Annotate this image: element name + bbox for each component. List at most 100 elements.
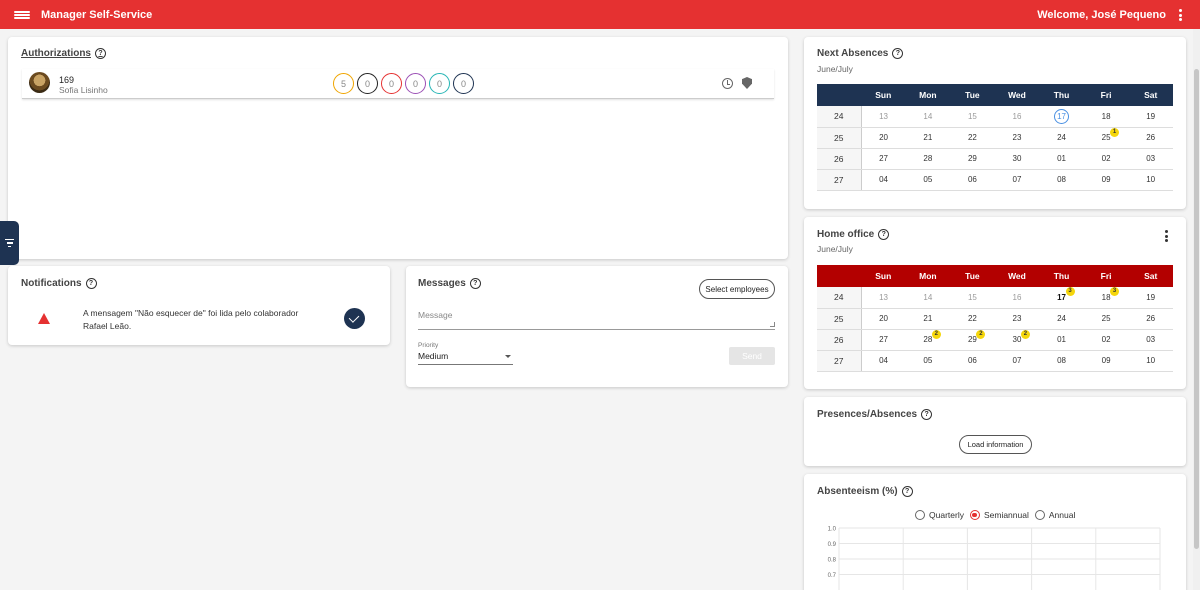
clock-icon[interactable] — [722, 78, 733, 89]
calendar-day[interactable]: 22 — [950, 308, 995, 329]
calendar-day[interactable]: 02 — [1084, 148, 1129, 169]
calendar-day[interactable]: 292 — [950, 329, 995, 350]
calendar-day[interactable]: 24 — [1039, 127, 1084, 148]
calendar-day[interactable]: 25 — [1084, 308, 1129, 329]
calendar-day[interactable]: 251 — [1084, 127, 1129, 148]
calendar-day[interactable]: 27 — [861, 148, 906, 169]
calendar-day[interactable]: 04 — [861, 169, 906, 190]
calendar-day[interactable]: 10 — [1128, 350, 1173, 371]
calendar-day[interactable]: 22 — [950, 127, 995, 148]
calendar-day[interactable]: 16 — [995, 287, 1040, 308]
counter-status-2[interactable]: 0 — [357, 73, 378, 94]
calendar-day[interactable]: 05 — [906, 169, 951, 190]
counter-pending[interactable]: 5 — [333, 73, 354, 94]
radio-dot[interactable] — [970, 510, 980, 520]
calendar-day[interactable]: 21 — [906, 127, 951, 148]
calendar-day[interactable]: 09 — [1084, 169, 1129, 190]
calendar-day[interactable]: 282 — [906, 329, 951, 350]
counter-status-6[interactable]: 0 — [453, 73, 474, 94]
calendar-day[interactable]: 16 — [995, 106, 1040, 127]
day-number: 07 — [1013, 175, 1022, 184]
calendar-day[interactable]: 183 — [1084, 287, 1129, 308]
calendar-day[interactable]: 19 — [1128, 106, 1173, 127]
counter-status-3[interactable]: 0 — [381, 73, 402, 94]
calendar-day[interactable]: 173 — [1039, 287, 1084, 308]
calendar-day[interactable]: 01 — [1039, 329, 1084, 350]
radio-dot[interactable] — [915, 510, 925, 520]
calendar-day[interactable]: 04 — [861, 350, 906, 371]
help-icon[interactable]: ? — [470, 278, 481, 289]
calendar-day[interactable]: 14 — [906, 106, 951, 127]
more-options-icon[interactable] — [1178, 9, 1182, 21]
event-count-badge[interactable]: 2 — [976, 330, 985, 339]
message-input[interactable]: Message — [418, 308, 775, 330]
event-count-badge[interactable]: 3 — [1066, 287, 1075, 296]
help-icon[interactable]: ? — [902, 486, 913, 497]
calendar-day[interactable]: 26 — [1128, 308, 1173, 329]
calendar-day[interactable]: 05 — [906, 350, 951, 371]
calendar-day[interactable]: 24 — [1039, 308, 1084, 329]
help-icon[interactable]: ? — [892, 48, 903, 59]
calendar-day[interactable]: 30 — [995, 148, 1040, 169]
priority-select[interactable]: Medium — [418, 351, 513, 365]
mark-read-button[interactable] — [344, 308, 365, 329]
calendar-day[interactable]: 07 — [995, 350, 1040, 371]
calendar-day[interactable]: 08 — [1039, 350, 1084, 371]
radio-annual[interactable]: Annual — [1035, 510, 1075, 520]
authorizations-title[interactable]: Authorizations ? — [21, 48, 106, 59]
event-count-badge[interactable]: 3 — [1110, 287, 1119, 296]
event-count-badge[interactable]: 2 — [932, 330, 941, 339]
y-tick-label: 1.0 — [828, 527, 837, 533]
menu-icon[interactable] — [14, 9, 30, 21]
counter-status-5[interactable]: 0 — [429, 73, 450, 94]
calendar-day[interactable]: 08 — [1039, 169, 1084, 190]
calendar-day[interactable]: 23 — [995, 308, 1040, 329]
calendar-day[interactable]: 15 — [950, 287, 995, 308]
scrollbar-thumb[interactable] — [1194, 69, 1199, 549]
calendar-day[interactable]: 26 — [1128, 127, 1173, 148]
help-icon[interactable]: ? — [95, 48, 106, 59]
radio-dot[interactable] — [1035, 510, 1045, 520]
calendar-day[interactable]: 06 — [950, 350, 995, 371]
calendar-day[interactable]: 20 — [861, 127, 906, 148]
help-icon[interactable]: ? — [921, 409, 932, 420]
calendar-day[interactable]: 03 — [1128, 148, 1173, 169]
calendar-day[interactable]: 01 — [1039, 148, 1084, 169]
calendar-day[interactable]: 10 — [1128, 169, 1173, 190]
calendar-day[interactable]: 06 — [950, 169, 995, 190]
calendar-day[interactable]: 19 — [1128, 287, 1173, 308]
filter-button[interactable] — [0, 221, 19, 265]
event-count-badge[interactable]: 2 — [1021, 330, 1030, 339]
radio-quarterly[interactable]: Quarterly — [915, 510, 964, 520]
calendar-day[interactable]: 15 — [950, 106, 995, 127]
calendar-day[interactable]: 28 — [906, 148, 951, 169]
radio-semiannual[interactable]: Semiannual — [970, 510, 1029, 520]
calendar-day[interactable]: 07 — [995, 169, 1040, 190]
calendar-day[interactable]: 17 — [1039, 106, 1084, 127]
calendar-day[interactable]: 20 — [861, 308, 906, 329]
calendar-day[interactable]: 23 — [995, 127, 1040, 148]
calendar-day[interactable]: 02 — [1084, 329, 1129, 350]
calendar-day[interactable]: 302 — [995, 329, 1040, 350]
select-employees-button[interactable]: Select employees — [699, 279, 775, 299]
more-options-icon[interactable] — [1164, 230, 1168, 242]
load-information-button[interactable]: Load information — [959, 435, 1032, 454]
shield-icon[interactable] — [742, 77, 752, 89]
calendar-day[interactable]: 13 — [861, 287, 906, 308]
help-icon[interactable]: ? — [86, 278, 97, 289]
authorization-row[interactable]: 169 Sofia Lisinho 5 0 0 0 0 0 — [22, 69, 774, 99]
calendar-day[interactable]: 09 — [1084, 350, 1129, 371]
calendar-day[interactable]: 27 — [861, 329, 906, 350]
calendar-day[interactable]: 14 — [906, 287, 951, 308]
calendar-day[interactable]: 18 — [1084, 106, 1129, 127]
calendar-day[interactable]: 13 — [861, 106, 906, 127]
help-icon[interactable]: ? — [878, 229, 889, 240]
calendar-day[interactable]: 21 — [906, 308, 951, 329]
page-scrollbar[interactable] — [1193, 29, 1200, 590]
counter-status-4[interactable]: 0 — [405, 73, 426, 94]
resize-handle-icon[interactable] — [770, 322, 775, 327]
calendar-day[interactable]: 29 — [950, 148, 995, 169]
send-button[interactable]: Send — [729, 347, 775, 365]
calendar-day[interactable]: 03 — [1128, 329, 1173, 350]
event-count-badge[interactable]: 1 — [1110, 128, 1119, 137]
